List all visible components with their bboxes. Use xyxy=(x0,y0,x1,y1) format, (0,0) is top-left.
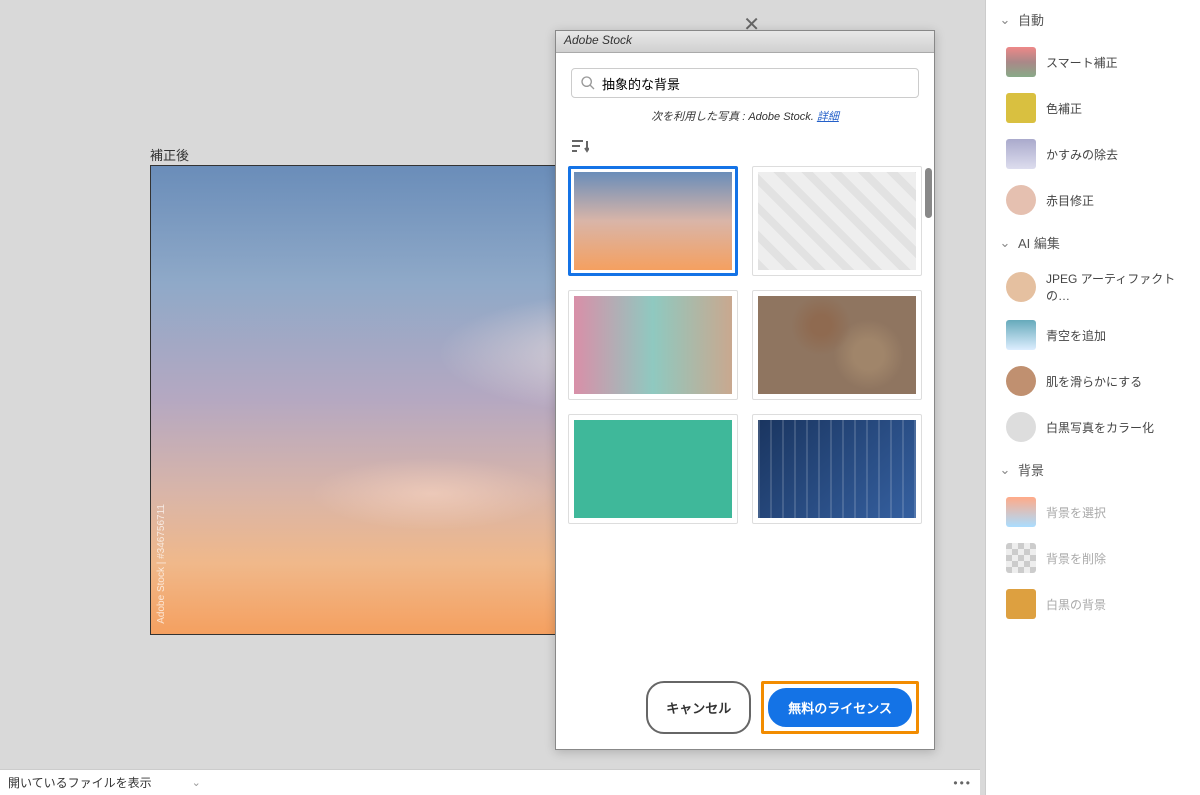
thumb-icon xyxy=(1006,543,1036,573)
thumb-icon xyxy=(1006,93,1036,123)
photos-by-source: Adobe Stock. xyxy=(748,111,813,123)
stock-thumb-3[interactable] xyxy=(568,290,738,400)
sidebar-item-label: 色補正 xyxy=(1046,100,1082,117)
scrollbar-thumb[interactable] xyxy=(925,168,932,218)
stock-thumb-6[interactable] xyxy=(752,414,922,524)
chevron-down-icon: ⌄ xyxy=(998,13,1012,27)
thumb-icon xyxy=(1006,497,1036,527)
bottom-bar-left: 開いているファイルを表示 ⌄ xyxy=(8,774,201,791)
adobe-stock-dialog: Adobe Stock 次を利用した写真 : Adobe Stock. 詳細 キ… xyxy=(555,30,935,750)
sidebar-item-label: 白黒の背景 xyxy=(1046,596,1106,613)
free-license-button[interactable]: 無料のライセンス xyxy=(768,688,912,727)
sidebar-item-smart[interactable]: スマート補正 xyxy=(986,39,1200,85)
highlight-box: 無料のライセンス xyxy=(761,681,919,734)
canvas-preview-image[interactable]: Adobe Stock | #346756711 xyxy=(150,165,620,635)
sidebar-item-bgremove[interactable]: 背景を削除 xyxy=(986,535,1200,581)
sidebar-item-bgselect[interactable]: 背景を選択 xyxy=(986,489,1200,535)
thumb-icon xyxy=(1006,185,1036,215)
canvas-label: 補正後 xyxy=(150,145,189,164)
section-auto[interactable]: ⌄ 自動 xyxy=(986,0,1200,39)
sidebar-item-haze[interactable]: かすみの除去 xyxy=(986,131,1200,177)
search-subtitle: 次を利用した写真 : Adobe Stock. 詳細 xyxy=(571,98,919,129)
thumb-icon xyxy=(1006,47,1036,77)
watermark-text: Adobe Stock | #346756711 xyxy=(156,504,167,624)
stock-thumb-5[interactable] xyxy=(568,414,738,524)
search-icon xyxy=(580,75,596,91)
dialog-buttons: キャンセル 無料のライセンス xyxy=(556,666,934,749)
thumb-icon xyxy=(1006,272,1036,302)
chevron-down-icon[interactable]: ⌄ xyxy=(192,776,201,789)
sidebar-item-label: 背景を削除 xyxy=(1046,550,1106,567)
thumb-icon xyxy=(1006,139,1036,169)
chevron-down-icon: ⌄ xyxy=(998,463,1012,477)
thumb-icon xyxy=(1006,366,1036,396)
sidebar-item-sky[interactable]: 青空を追加 xyxy=(986,312,1200,358)
sidebar-item-skin[interactable]: 肌を滑らかにする xyxy=(986,358,1200,404)
search-box[interactable] xyxy=(571,68,919,98)
sidebar-item-label: 背景を選択 xyxy=(1046,504,1106,521)
section-ai[interactable]: ⌄ AI 編集 xyxy=(986,223,1200,262)
stock-thumb-1[interactable] xyxy=(568,166,738,276)
sort-icon[interactable] xyxy=(571,139,589,158)
chevron-down-icon: ⌄ xyxy=(998,236,1012,250)
dialog-title: Adobe Stock xyxy=(556,31,934,53)
sidebar-item-label: かすみの除去 xyxy=(1046,146,1118,163)
results-scroll[interactable] xyxy=(556,166,934,666)
sidebar-item-label: 白黒写真をカラー化 xyxy=(1046,419,1154,436)
right-sidebar: ⌄ 自動 スマート補正 色補正 かすみの除去 赤目修正 ⌄ AI 編集 JPEG… xyxy=(985,0,1200,795)
sort-row xyxy=(556,139,934,166)
section-ai-label: AI 編集 xyxy=(1018,233,1060,252)
search-area: 次を利用した写真 : Adobe Stock. 詳細 xyxy=(556,53,934,139)
sidebar-item-bgbw[interactable]: 白黒の背景 xyxy=(986,581,1200,627)
sidebar-item-label: 赤目修正 xyxy=(1046,192,1094,209)
details-link[interactable]: 詳細 xyxy=(817,111,839,123)
stock-thumb-2[interactable] xyxy=(752,166,922,276)
more-icon[interactable]: ••• xyxy=(953,776,972,790)
section-bg[interactable]: ⌄ 背景 xyxy=(986,450,1200,489)
bottom-bar: 開いているファイルを表示 ⌄ ••• xyxy=(0,769,980,795)
sidebar-item-colorize[interactable]: 白黒写真をカラー化 xyxy=(986,404,1200,450)
search-input[interactable] xyxy=(602,76,910,91)
cancel-button[interactable]: キャンセル xyxy=(646,681,751,734)
sidebar-item-label: JPEG アーティファクトの… xyxy=(1046,270,1188,304)
thumb-icon xyxy=(1006,589,1036,619)
thumb-icon xyxy=(1006,412,1036,442)
sidebar-item-label: スマート補正 xyxy=(1046,54,1118,71)
show-open-file[interactable]: 開いているファイルを表示 xyxy=(8,774,152,791)
results-grid xyxy=(568,166,922,524)
sidebar-item-label: 青空を追加 xyxy=(1046,327,1106,344)
sidebar-item-jpeg[interactable]: JPEG アーティファクトの… xyxy=(986,262,1200,312)
stock-thumb-4[interactable] xyxy=(752,290,922,400)
sidebar-item-label: 肌を滑らかにする xyxy=(1046,373,1142,390)
section-auto-label: 自動 xyxy=(1018,10,1044,29)
cloud-texture xyxy=(151,166,620,634)
sidebar-item-redeye[interactable]: 赤目修正 xyxy=(986,177,1200,223)
photos-by-prefix: 次を利用した写真 : xyxy=(651,111,745,123)
section-bg-label: 背景 xyxy=(1018,460,1044,479)
sidebar-item-color[interactable]: 色補正 xyxy=(986,85,1200,131)
thumb-icon xyxy=(1006,320,1036,350)
